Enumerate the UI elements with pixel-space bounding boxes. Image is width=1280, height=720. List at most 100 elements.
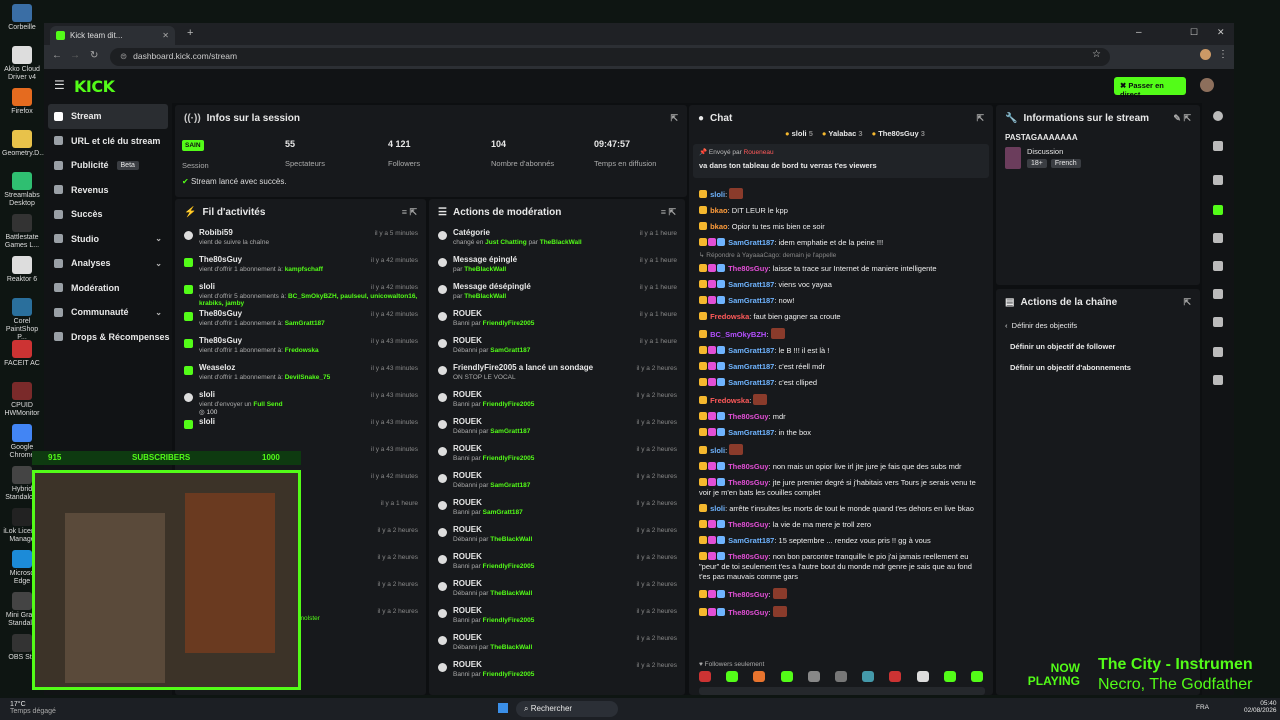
profile-avatar[interactable] [1200,49,1211,60]
mod-user[interactable]: Just Chatting [485,239,527,246]
desktop-icon[interactable]: FACEIT AC [2,340,42,368]
mod-user[interactable]: FriendlyFire2005 [483,563,535,570]
pinned-message[interactable]: 📌 Envoyé par Roueneau va dans ton tablea… [693,144,989,178]
tools-icon[interactable] [1213,347,1223,357]
go-live-button[interactable]: ✖ Passer en direct [1114,77,1186,99]
bookmark-star-icon[interactable]: ☆ [1092,49,1101,60]
emote-icon[interactable] [916,671,929,682]
start-icon[interactable] [498,703,508,713]
sub-goal-item[interactable]: Définir un objectif d'abonnements [996,357,1200,378]
sidebar-item[interactable]: Communauté ⌄ [44,300,172,325]
chat-username[interactable]: sloli [708,446,725,455]
menu-dots-icon[interactable]: ⋮ [1218,49,1228,60]
popout-icon[interactable]: ⇱ [670,113,678,124]
close-tab-icon[interactable]: ✕ [162,31,169,40]
feed-highlight[interactable]: BC_SmOkyBZH, paulseul, unicowalton16, kr… [199,293,417,307]
follower-goal-item[interactable]: Définir un objectif de follower [996,336,1200,357]
feed-highlight[interactable]: Fredowska [285,347,319,354]
site-info-icon[interactable]: ⊜ [120,51,127,61]
chat-username[interactable]: SamGratt187 [726,280,774,289]
desktop-icon[interactable]: Geometry.D... [2,130,45,158]
desktop-icon[interactable]: Reaktor 6 [2,256,42,284]
mod-user[interactable]: SamGratt187 [490,347,530,354]
mod-user[interactable]: TheBlackWall [464,293,506,300]
chat-username[interactable]: The80sGuy [726,462,768,471]
mod-user[interactable]: SamGratt187 [483,509,523,516]
emote-icon[interactable] [943,671,956,682]
chevron-down-icon[interactable]: ⌄ [155,308,162,317]
gifter[interactable]: ● The80sGuy 3 [872,129,925,138]
desktop-icon[interactable]: Streamlabs Desktop [2,172,42,208]
mod-user[interactable]: FriendlyFire2005 [483,671,535,678]
back-icon[interactable]: ← [52,50,62,61]
chat-username[interactable]: SamGratt187 [726,428,774,437]
chat-username[interactable]: The80sGuy [726,590,768,599]
document-icon[interactable] [1213,233,1223,243]
sidebar-item[interactable]: Studio ⌄ [44,227,172,252]
taskbar-search[interactable]: ⌕ Rechercher [516,701,618,717]
chat-username[interactable]: sloli [708,190,725,199]
kick-logo[interactable]: KICK [74,77,115,96]
chat-username[interactable]: bkao [708,222,728,231]
feed-highlight[interactable]: DevilSnake_75 [285,374,331,381]
chat-username[interactable]: The80sGuy [726,608,768,617]
mod-user[interactable]: FriendlyFire2005 [483,455,535,462]
sidebar-item[interactable]: Modération [44,276,172,301]
chat-bubble-icon[interactable] [1213,261,1223,271]
bolt-icon[interactable] [1213,205,1223,215]
sidebar-item[interactable]: Revenus [44,178,172,203]
chat-username[interactable]: The80sGuy [726,520,768,529]
emote-icon[interactable] [889,671,902,682]
mod-filter-icon[interactable]: ≡ ⇱ [661,207,676,218]
close-window-button[interactable]: ✕ [1217,27,1225,38]
chat-username[interactable]: bkao [708,206,728,215]
user-avatar[interactable] [1200,78,1214,92]
chat-username[interactable]: sloli [708,504,725,513]
reload-icon[interactable]: ↻ [90,50,98,61]
clock[interactable]: 05:40 02/08/2026 [1244,700,1277,714]
chat-username[interactable]: SamGratt187 [726,362,774,371]
mod-user[interactable]: FriendlyFire2005 [483,401,535,408]
sidebar-item[interactable]: Publicité Beta [44,153,172,178]
chevron-down-icon[interactable]: ⌄ [155,234,162,243]
feed-highlight[interactable]: Full Send [253,401,282,408]
channel-popout-icon[interactable]: ⇱ [1183,297,1191,308]
list-panel-icon[interactable] [1213,317,1223,327]
back-goals[interactable]: ‹ Définir des objectifs [996,315,1200,336]
mod-user[interactable]: FriendlyFire2005 [483,617,535,624]
chat-username[interactable]: The80sGuy [726,264,768,273]
browser-tab[interactable]: Kick team dit... ✕ [50,26,175,45]
mod-user[interactable]: SamGratt187 [490,428,530,435]
desktop-icon[interactable]: Battlestate Games L... [2,214,42,250]
chat-username[interactable]: SamGratt187 [726,346,774,355]
emote-icon[interactable] [970,671,983,682]
chat-username[interactable]: SamGratt187 [726,238,774,247]
desktop-icon[interactable]: Corbeille [2,4,42,32]
broadcast-icon[interactable] [1213,289,1223,299]
pencil-icon[interactable] [1213,141,1223,151]
language-indicator[interactable]: FRA [1196,704,1209,711]
gifter[interactable]: ● sloli 5 [785,129,813,138]
sidebar-item[interactable]: Stream [48,104,168,129]
chat-username[interactable]: The80sGuy [726,552,768,561]
sidebar-item[interactable]: URL et clé du stream [44,129,172,154]
chat-username[interactable]: SamGratt187 [726,536,774,545]
forward-icon[interactable]: → [70,50,80,61]
mod-user[interactable]: TheBlackWall [490,536,532,543]
sidebar-item[interactable]: Analyses ⌄ [44,251,172,276]
feed-highlight[interactable]: kampfschaff [285,266,323,273]
gifter[interactable]: ● Yalabac 3 [822,129,863,138]
info-icon[interactable] [1213,111,1223,121]
chat-username[interactable]: Fredowska [708,312,749,321]
chat-username[interactable]: SamGratt187 [726,378,774,387]
mod-user[interactable]: TheBlackWall [490,590,532,597]
desktop-icon[interactable]: CPUID HWMonitor [2,382,42,418]
feed-highlight[interactable]: SamGratt187 [285,320,325,327]
chat-username[interactable]: SamGratt187 [726,296,774,305]
sidebar-item[interactable]: Drops & Récompenses [44,325,172,350]
emote-icon[interactable] [699,671,711,682]
chat-username[interactable]: The80sGuy [726,412,768,421]
chat-username[interactable]: The80sGuy [726,478,768,487]
emote-icon[interactable] [807,671,820,682]
emote-icon[interactable] [834,671,847,682]
